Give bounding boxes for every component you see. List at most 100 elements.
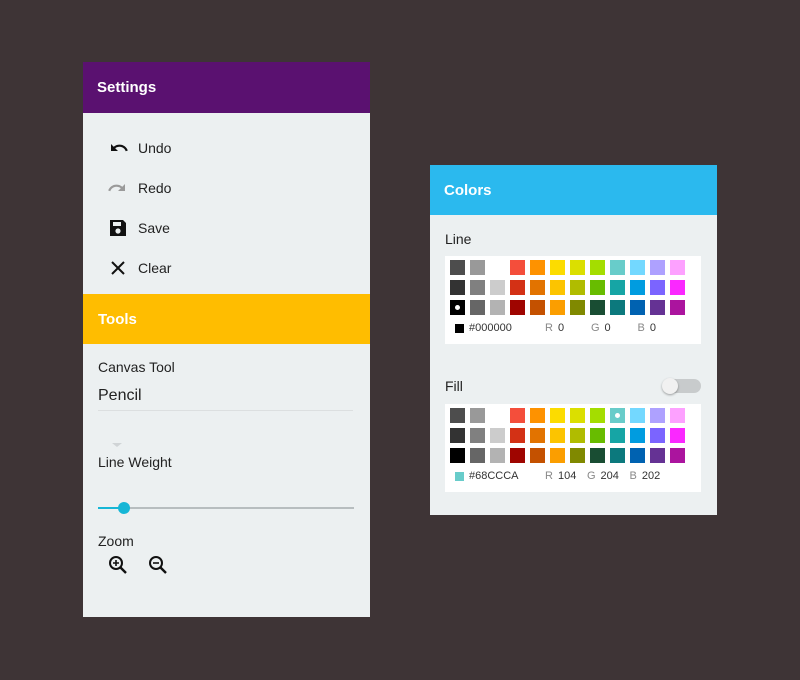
colors-header: Colors [430,165,717,215]
fill-color-chip [455,471,464,481]
fill-color-swatch[interactable] [630,408,645,423]
line-color-swatch[interactable] [490,260,505,275]
line-color-swatch[interactable] [510,280,525,295]
fill-color-swatch[interactable] [650,428,665,443]
fill-color-swatch[interactable] [670,408,685,423]
fill-g-value[interactable]: 204 [601,470,630,482]
fill-hex-value[interactable]: #68CCCA [469,470,545,482]
line-color-swatch[interactable] [530,260,545,275]
fill-toggle[interactable] [662,378,701,394]
fill-color-swatch[interactable] [450,428,465,443]
fill-color-swatch[interactable] [610,408,625,423]
fill-color-swatch[interactable] [490,408,505,423]
line-color-swatch[interactable] [670,300,685,315]
fill-color-swatch[interactable] [650,448,665,463]
line-color-swatch[interactable] [470,260,485,275]
line-color-swatch[interactable] [570,280,585,295]
fill-color-swatch[interactable] [670,428,685,443]
line-b-value[interactable]: 0 [650,322,656,334]
zoom-out-icon[interactable] [148,555,168,575]
fill-color-swatch[interactable] [490,448,505,463]
fill-color-swatch[interactable] [590,428,605,443]
line-color-swatch[interactable] [570,300,585,315]
line-color-swatch[interactable] [550,280,565,295]
fill-color-swatch[interactable] [510,448,525,463]
fill-color-swatch[interactable] [570,448,585,463]
fill-color-swatch[interactable] [630,428,645,443]
slider-thumb[interactable] [117,502,130,514]
line-color-swatch[interactable] [450,260,465,275]
fill-color-swatch[interactable] [570,428,585,443]
fill-color-swatch[interactable] [470,408,485,423]
line-color-swatch[interactable] [630,260,645,275]
canvas-tool-select[interactable]: Pencil [98,387,353,411]
fill-color-swatch[interactable] [550,428,565,443]
fill-color-swatch[interactable] [570,408,585,423]
settings-title: Settings [97,79,157,96]
line-r-value[interactable]: 0 [558,322,591,334]
zoom-in-icon[interactable] [108,555,128,575]
save-button[interactable]: Save [83,208,370,248]
fill-color-swatch[interactable] [530,428,545,443]
toggle-knob [662,378,678,394]
line-color-swatch[interactable] [650,280,665,295]
fill-color-swatch[interactable] [450,408,465,423]
redo-label: Redo [138,180,172,196]
clear-button[interactable]: Clear [83,248,370,288]
save-label: Save [138,220,170,236]
line-color-swatch[interactable] [470,280,485,295]
line-color-swatch[interactable] [570,260,585,275]
line-color-swatch[interactable] [630,300,645,315]
line-color-swatch[interactable] [650,260,665,275]
fill-color-swatch[interactable] [590,408,605,423]
line-color-swatch[interactable] [510,300,525,315]
fill-color-swatch[interactable] [670,448,685,463]
fill-color-swatch[interactable] [450,448,465,463]
line-color-swatch[interactable] [610,260,625,275]
line-hex-value[interactable]: #000000 [469,322,545,334]
fill-color-swatch[interactable] [490,428,505,443]
fill-color-swatch[interactable] [470,428,485,443]
fill-color-swatch[interactable] [550,408,565,423]
fill-r-value[interactable]: 104 [558,470,587,482]
fill-color-swatch[interactable] [510,428,525,443]
line-g-value[interactable]: 0 [605,322,638,334]
line-color-swatch[interactable] [610,300,625,315]
fill-b-value[interactable]: 202 [642,470,660,482]
redo-button[interactable]: Redo [83,168,370,208]
line-color-swatch[interactable] [610,280,625,295]
line-g-label: G [590,322,600,334]
line-color-swatch[interactable] [650,300,665,315]
line-color-swatch[interactable] [670,260,685,275]
line-color-swatch[interactable] [550,300,565,315]
line-color-swatch[interactable] [590,280,605,295]
line-color-swatch[interactable] [630,280,645,295]
line-color-swatch[interactable] [590,300,605,315]
fill-color-swatch[interactable] [530,408,545,423]
fill-color-swatch[interactable] [630,448,645,463]
line-color-swatch[interactable] [590,260,605,275]
line-color-swatch[interactable] [490,300,505,315]
fill-color-swatch[interactable] [510,408,525,423]
line-weight-slider[interactable] [98,500,354,516]
zoom-controls [83,555,370,575]
line-color-swatch[interactable] [510,260,525,275]
line-color-swatch[interactable] [550,260,565,275]
fill-color-swatch[interactable] [610,428,625,443]
fill-color-swatch[interactable] [590,448,605,463]
line-color-swatch[interactable] [530,280,545,295]
line-color-swatch[interactable] [450,300,465,315]
fill-color-swatch[interactable] [550,448,565,463]
fill-color-swatch[interactable] [650,408,665,423]
line-color-swatch[interactable] [470,300,485,315]
undo-icon [107,137,129,159]
fill-color-swatch[interactable] [470,448,485,463]
fill-color-swatch[interactable] [610,448,625,463]
undo-button[interactable]: Undo [83,128,370,168]
line-color-swatch[interactable] [530,300,545,315]
line-color-swatch[interactable] [490,280,505,295]
settings-header: Settings [83,62,370,113]
line-color-swatch[interactable] [670,280,685,295]
fill-color-swatch[interactable] [530,448,545,463]
line-color-swatch[interactable] [450,280,465,295]
